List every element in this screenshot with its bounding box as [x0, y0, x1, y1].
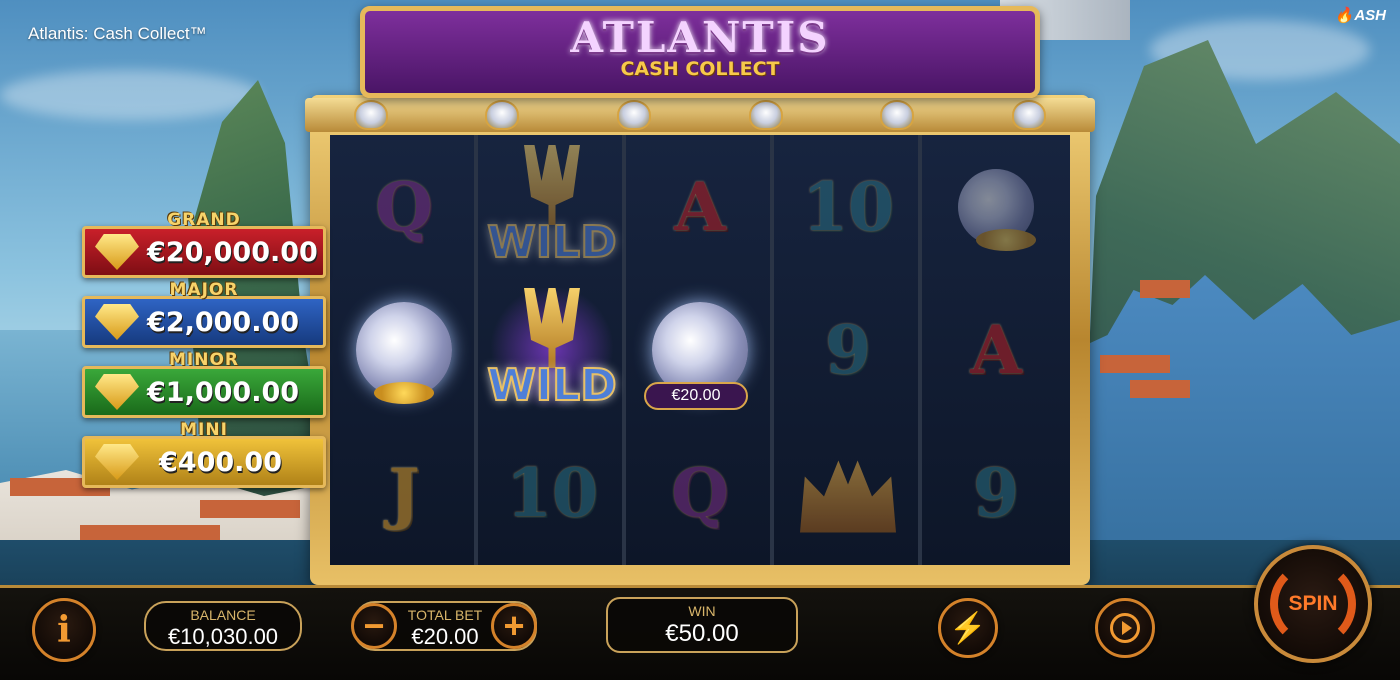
jackpot-label: GRAND: [167, 210, 241, 230]
symbol-q: Q: [330, 135, 478, 278]
symbol-a-text: A: [970, 310, 1022, 389]
symbol-q-text: Q: [375, 167, 433, 246]
symbol-wild: WILD: [478, 135, 626, 278]
symbol-10-text: 10: [802, 167, 894, 246]
lightning-icon: ⚡: [949, 611, 987, 645]
diamond-icon: [95, 374, 139, 410]
cloud: [0, 70, 260, 120]
balance-display: BALANCE €10,030.00: [144, 601, 302, 651]
reel-grid: Q J WILD WILD 10 A €20.00 Q 10 9 A 9: [330, 135, 1070, 565]
symbol-9: 9: [774, 278, 922, 421]
info-icon: i: [57, 609, 71, 651]
symbol-j: J: [330, 421, 478, 564]
crown-icon: [800, 460, 896, 533]
symbol-wild-highlight: WILD: [478, 278, 626, 421]
win-label: WIN: [688, 603, 716, 619]
trident-icon: [524, 145, 580, 225]
jackpot-grand: GRAND €20,000.00: [82, 210, 326, 278]
jackpot-mini: MINI €400.00: [82, 420, 326, 488]
diamond-icon: [95, 444, 139, 480]
reel-1: Q J: [330, 135, 478, 565]
shell-icon: [356, 301, 452, 404]
symbol-10-text: 10: [506, 453, 598, 532]
symbol-cash-shell: [330, 278, 478, 421]
title-banner: ATLANTIS CASH COLLECT: [360, 6, 1040, 98]
symbol-crown: [774, 421, 922, 564]
jackpot-box: €2,000.00: [82, 296, 326, 348]
balance-label: BALANCE: [190, 607, 256, 623]
symbol-a-text: A: [674, 167, 726, 246]
increase-bet-button[interactable]: +: [491, 603, 537, 649]
jackpot-box: €20,000.00: [82, 226, 326, 278]
plus-icon: +: [503, 605, 525, 646]
symbol-10: 10: [774, 135, 922, 278]
jackpot-label: MAJOR: [169, 280, 239, 300]
symbol-9-text: 9: [825, 310, 871, 389]
symbol-10: 10: [478, 421, 626, 564]
brand-logo: 🔥ASH: [1335, 6, 1386, 24]
balance-value: €10,030.00: [167, 624, 279, 649]
symbol-cash-shell: [922, 135, 1070, 278]
roof: [1100, 355, 1170, 373]
jackpot-label: MINI: [180, 420, 228, 440]
reel-4: 10 9: [774, 135, 922, 565]
symbol-a: A: [626, 135, 774, 278]
minus-icon: −: [363, 605, 385, 646]
symbol-j-text: J: [388, 453, 420, 532]
symbol-q-text: Q: [671, 453, 729, 532]
brand-logo-text: ASH: [1354, 7, 1386, 24]
gem-icon: [617, 100, 652, 130]
gem-icon: [748, 100, 783, 130]
symbol-9: 9: [922, 421, 1070, 564]
shell-icon: [958, 168, 1036, 251]
gem-icon: [880, 100, 915, 130]
game-title: Atlantis: Cash Collect™: [28, 24, 207, 43]
gem-icon: [1012, 100, 1047, 130]
diamond-icon: [95, 234, 139, 270]
symbol-a: A: [922, 278, 1070, 421]
autoplay-button[interactable]: [1095, 598, 1155, 658]
roof: [200, 500, 300, 518]
flame-icon: 🔥: [1334, 7, 1354, 24]
win-value: €50.00: [665, 620, 739, 647]
jackpot-value: €400.00: [159, 446, 282, 478]
banner-subtitle: CASH COLLECT: [620, 58, 780, 80]
jackpot-box: €400.00: [82, 436, 326, 488]
reel-5: A 9: [922, 135, 1070, 565]
symbol-9-text: 9: [973, 453, 1019, 532]
info-button[interactable]: i: [32, 598, 96, 662]
symbol-q: Q: [626, 421, 774, 564]
spin-label: SPIN: [1288, 592, 1338, 615]
diamond-icon: [95, 304, 139, 340]
jackpot-value: €20,000.00: [147, 236, 318, 268]
ornament-row: [305, 98, 1095, 132]
spin-button[interactable]: SPIN: [1254, 545, 1372, 663]
jackpot-minor: MINOR €1,000.00: [82, 350, 326, 418]
turbo-button[interactable]: ⚡: [938, 598, 998, 658]
reel-3: A €20.00 Q: [626, 135, 774, 565]
decrease-bet-button[interactable]: −: [351, 603, 397, 649]
jackpot-box: €1,000.00: [82, 366, 326, 418]
win-display: WIN €50.00: [606, 597, 798, 653]
wild-text: WILD: [486, 359, 617, 412]
gem-icon: [485, 100, 520, 130]
reel-2: WILD WILD 10: [478, 135, 626, 565]
roof: [1140, 280, 1190, 298]
gem-icon: [353, 100, 388, 130]
cash-value-badge: €20.00: [644, 382, 748, 410]
jackpot-label: MINOR: [168, 350, 239, 370]
banner-title: ATLANTIS: [570, 13, 830, 62]
jackpot-major: MAJOR €2,000.00: [82, 280, 326, 348]
roof: [1130, 380, 1190, 398]
autoplay-icon: [1110, 613, 1140, 643]
jackpot-value: €2,000.00: [147, 306, 300, 338]
jackpot-value: €1,000.00: [147, 376, 300, 408]
